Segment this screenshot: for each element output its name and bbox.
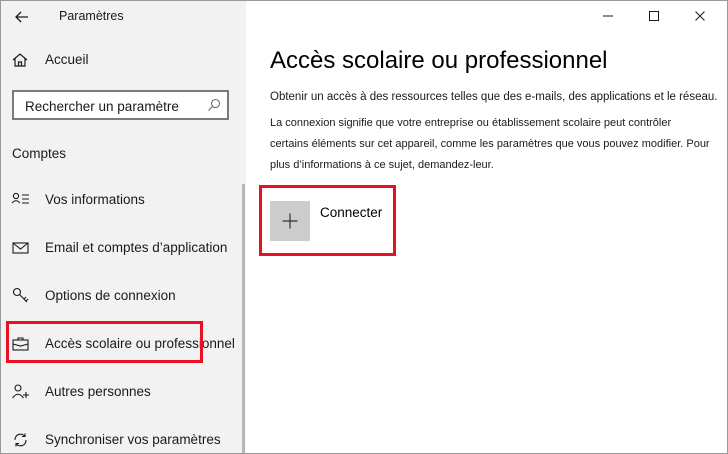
plus-icon [282,213,298,229]
sidebar-item-label: Options de connexion [45,288,176,303]
sidebar-item-email[interactable]: Email et comptes d’application [1,226,239,270]
app-title: Paramètres [59,9,124,23]
sidebar-item-home[interactable]: Accueil [1,43,246,77]
key-icon [12,287,29,303]
connect-tile [270,201,310,241]
sidebar-scrollbar[interactable] [242,184,245,453]
search-placeholder: Rechercher un paramètre [25,99,179,114]
sync-icon [14,433,27,447]
person-list-icon [11,192,29,204]
sidebar-item-vos-informations[interactable]: Vos informations [1,178,239,222]
mail-icon [12,242,29,254]
settings-window: Paramètres Accueil Rechercher un paramèt… [0,0,728,454]
page-title: Accès scolaire ou professionnel [270,47,608,74]
minimize-icon [603,15,613,17]
sidebar-item-autres-personnes[interactable]: Autres personnes [1,370,239,414]
close-button[interactable] [677,1,723,31]
connect-label: Connecter [320,205,383,220]
sidebar: Paramètres Accueil Rechercher un paramèt… [1,1,246,453]
sidebar-item-synchroniser[interactable]: Synchroniser vos paramètres [1,418,239,453]
sidebar-item-acces-scolaire[interactable]: Accès scolaire ou professionnel [1,322,239,366]
description-connection: La connexion signifie que votre entrepri… [270,117,710,171]
maximize-button[interactable] [631,1,677,31]
sidebar-item-label: Accès scolaire ou professionnel [45,336,235,351]
sidebar-item-options-connexion[interactable]: Options de connexion [1,274,239,318]
section-title-comptes: Comptes [12,146,67,161]
sidebar-item-label: Vos informations [45,192,145,207]
sidebar-item-label: Autres personnes [45,384,151,399]
briefcase-icon [12,337,29,351]
search-input[interactable]: Rechercher un paramètre [12,90,229,120]
home-label: Accueil [45,52,89,67]
person-add-icon [12,384,29,399]
description-access: Obtenir un accès à des ressources telles… [270,91,718,103]
minimize-button[interactable] [585,1,631,31]
connect-button[interactable]: Connecter [270,199,410,241]
sidebar-item-label: Email et comptes d’application [45,240,228,255]
search-icon [208,98,221,111]
back-arrow-icon [15,11,28,23]
maximize-icon [649,11,659,21]
close-icon [695,11,705,21]
sidebar-item-label: Synchroniser vos paramètres [45,432,221,447]
home-icon [12,53,28,67]
back-button[interactable] [9,5,35,29]
